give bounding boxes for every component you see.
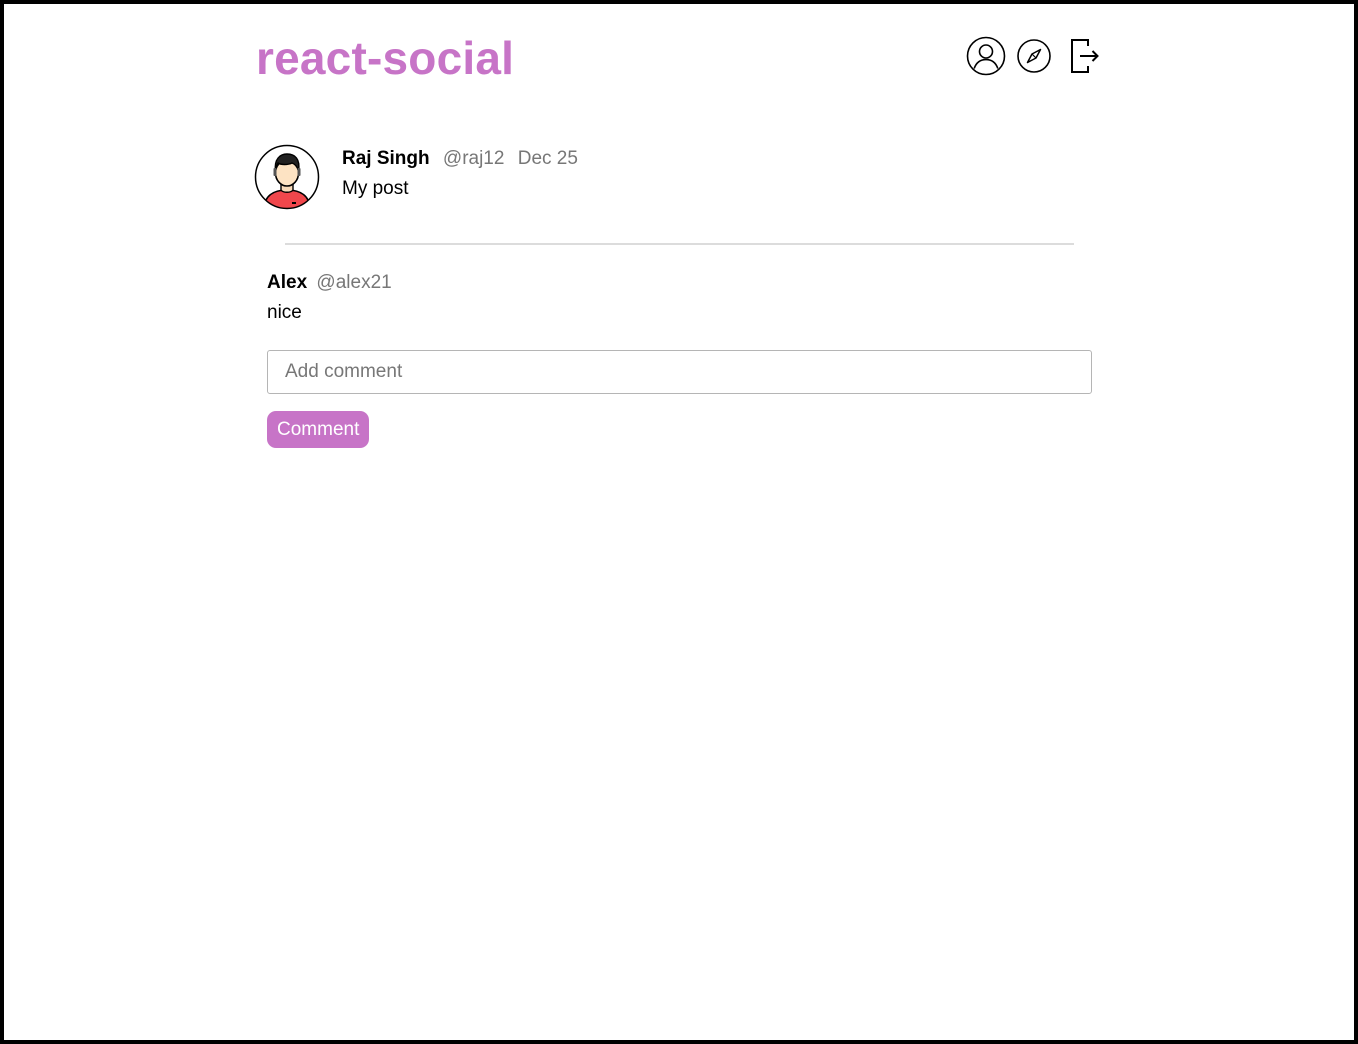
profile-nav-icon[interactable] bbox=[966, 36, 1006, 76]
post-author-name[interactable]: Raj Singh bbox=[342, 148, 430, 169]
user-avatar-icon bbox=[254, 144, 320, 210]
post-card: Raj Singh @raj12 Dec 25 My post bbox=[254, 144, 1094, 214]
header-nav bbox=[966, 34, 1101, 78]
comment-item: Alex @alex21 nice bbox=[267, 270, 392, 326]
brand-title[interactable]: react-social bbox=[256, 30, 514, 86]
comment-meta: Alex @alex21 bbox=[267, 270, 392, 296]
divider bbox=[285, 243, 1074, 245]
logout-icon bbox=[1071, 39, 1099, 73]
post-date: Dec 25 bbox=[517, 148, 578, 169]
comment-author-name[interactable]: Alex bbox=[267, 272, 307, 293]
explore-nav-icon[interactable] bbox=[1016, 38, 1052, 74]
post-text: My post bbox=[342, 178, 409, 199]
comment-button[interactable]: Comment bbox=[267, 411, 370, 448]
compass-icon bbox=[1017, 39, 1051, 73]
add-comment-input[interactable] bbox=[267, 350, 1092, 394]
comment-text: nice bbox=[267, 302, 302, 323]
post-avatar[interactable] bbox=[254, 144, 320, 210]
post-meta: Raj Singh @raj12 Dec 25 bbox=[342, 146, 578, 172]
user-circle-icon bbox=[966, 36, 1006, 76]
comment-author-handle: @alex21 bbox=[316, 272, 392, 293]
post-author-handle: @raj12 bbox=[442, 148, 505, 169]
logout-nav-icon[interactable] bbox=[1069, 37, 1101, 75]
